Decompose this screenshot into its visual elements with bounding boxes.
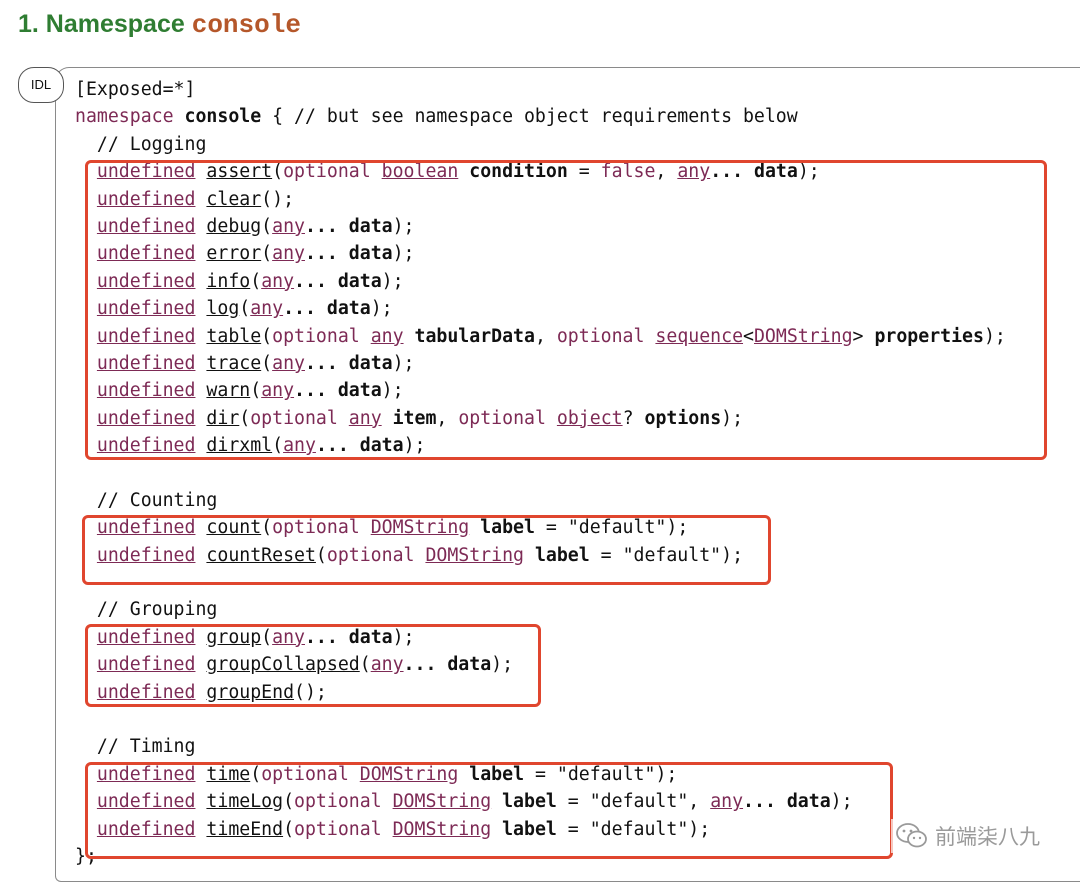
- highlight-counting: [82, 515, 771, 585]
- comment-logging: // Logging: [96, 133, 207, 155]
- comment-timing: // Timing: [96, 736, 196, 758]
- comment-counting: // Counting: [96, 489, 218, 511]
- section-heading: 1. Namespace console: [18, 6, 301, 43]
- highlight-timing: [85, 762, 893, 859]
- code-line: namespace console { // but see namespace…: [75, 106, 798, 128]
- comment-grouping: // Grouping: [96, 599, 218, 621]
- highlight-grouping: [85, 624, 541, 707]
- code-line: // Timing: [75, 733, 1006, 760]
- heading-text: 1. Namespace: [18, 10, 192, 38]
- code-line: // Logging: [75, 131, 1006, 158]
- heading-code: console: [191, 10, 301, 40]
- highlight-logging: [85, 160, 1047, 460]
- idl-label: IDL: [18, 67, 64, 103]
- watermark-text: 前端柒八九: [935, 825, 1040, 849]
- code-line: // Counting: [75, 487, 1006, 514]
- watermark: 前端柒八九: [891, 819, 1044, 853]
- code-line: [Exposed=*]: [75, 79, 196, 100]
- code-line: // Grouping: [75, 596, 1006, 623]
- wechat-icon: [896, 823, 927, 848]
